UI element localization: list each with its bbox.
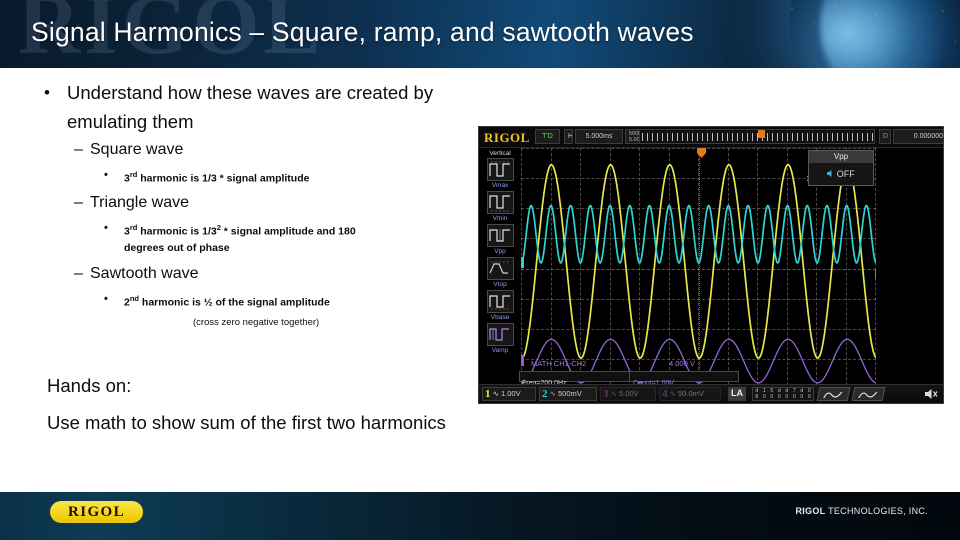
page-title: Signal Harmonics – Square, ramp, and saw…	[31, 17, 694, 47]
bullet-dot-icon: •	[44, 83, 50, 102]
waveform-display[interactable]: 2 M Measure Vpp OFF	[521, 148, 876, 390]
channel-coupling-icon-3: ∿	[610, 389, 617, 398]
measure-label-vbase: Vbase	[490, 314, 510, 321]
sub-sawtooth-wave-text: 2nd harmonic is ½ of the signal amplitud…	[124, 294, 330, 309]
channel-coupling-icon-2: ∿	[549, 389, 556, 398]
vmin-waveform-icon	[488, 195, 510, 212]
stars-decoration	[791, 5, 956, 63]
slide-footer: RIGOL RIGOL TECHNOLOGIES, INC.	[0, 492, 960, 540]
measure-label-vamp: Vamp	[491, 347, 509, 354]
dash-icon: –	[74, 265, 83, 282]
hands-on-label: Hands on:	[47, 375, 132, 396]
vamp-waveform-icon	[488, 328, 509, 341]
measure-label-vmin: Vmin	[492, 215, 508, 222]
vbase-waveform-icon	[488, 295, 510, 310]
sine-waveform-icon	[858, 391, 878, 399]
bullet-level1: • Understand how these waves are created…	[44, 78, 484, 136]
channel-chip-1[interactable]: 1 ∿ 1.00V	[482, 387, 536, 401]
channel-coupling-icon-1: ∿	[492, 389, 499, 398]
note-text: (cross zero negative together)	[193, 317, 320, 328]
channel-coupling-icon-4: ∿	[669, 389, 676, 398]
scope-brand-logo: RIGOL	[484, 130, 530, 145]
sub-bullet-dot-icon: •	[104, 169, 108, 181]
rigol-logo-badge: RIGOL	[50, 501, 143, 523]
measure-label-vtop: Vtop	[493, 281, 507, 288]
source-button-2[interactable]	[851, 387, 886, 401]
bullet-level1-text: Understand how these waves are created b…	[67, 82, 434, 132]
measure-button-vtop[interactable]	[486, 257, 514, 280]
logic-analyzer-channel-grid[interactable]: d15dd7d0 80000000	[752, 387, 814, 401]
sub-triangle-wave-text: 3rd harmonic is 1/32 * signal amplitude …	[124, 223, 356, 254]
dash-icon: –	[74, 141, 83, 158]
section-sawtooth-wave-label: Sawtooth wave	[90, 265, 199, 282]
channel-marker-ch2[interactable]: 2	[521, 257, 524, 268]
channel-marker-math[interactable]: M	[521, 355, 524, 366]
ch2-trace	[521, 204, 876, 264]
footer-company-text: RIGOL TECHNOLOGIES, INC.	[795, 506, 928, 516]
slide: RIGOL Signal Harmonics – Square, ramp, a…	[0, 0, 960, 540]
math-status-line: MATH CH1-CH2	[531, 359, 587, 368]
section-square-wave-label: Square wave	[90, 141, 184, 158]
section-square-wave: – Square wave	[74, 141, 183, 159]
horizontal-timebase-value[interactable]: 5.000ms	[575, 129, 623, 144]
vpp-box-title: Vpp	[809, 151, 873, 163]
source-button-1[interactable]	[816, 387, 851, 401]
sidebar-heading: Vertical	[489, 150, 511, 157]
measure-button-vbase[interactable]	[486, 290, 514, 313]
scope-toolbar: RIGOL T'D H 5.000ms 500MSa/s 5.00Mpts D …	[479, 127, 943, 148]
memory-trigger-marker[interactable]	[758, 130, 765, 138]
measure-button-vpp[interactable]	[486, 224, 514, 247]
sub-bullet-dot-icon: •	[104, 222, 108, 234]
trigger-level-marker[interactable]	[875, 270, 876, 279]
vpp-box-value: OFF	[809, 163, 873, 185]
section-triangle-wave-label: Triangle wave	[90, 194, 190, 211]
sub-square-wave-text: 3rd harmonic is 1/3 * signal amplitude	[124, 170, 310, 185]
sub-triangle-wave: • 3rd harmonic is 1/32 * signal amplitud…	[104, 220, 439, 256]
speaker-mute-icon[interactable]	[925, 388, 938, 403]
logic-analyzer-badge[interactable]: LA	[728, 387, 746, 401]
channel-chip-4[interactable]: 4 ∿ 50.0mV	[659, 387, 721, 401]
run-state-indicator[interactable]: T'D	[535, 129, 560, 144]
slide-header: RIGOL Signal Harmonics – Square, ramp, a…	[0, 0, 960, 68]
vpp-measurement-box[interactable]: Vpp OFF	[808, 150, 874, 186]
math-status-value: 4.000 V	[669, 359, 695, 368]
delay-value[interactable]: 0.000000000s	[893, 129, 943, 144]
delay-label: D	[879, 129, 891, 144]
measure-button-vamp[interactable]	[486, 323, 514, 346]
footer-company-rest: TECHNOLOGIES, INC.	[825, 506, 928, 516]
vtop-waveform-icon	[488, 261, 510, 274]
rigol-logo-text: RIGOL	[67, 504, 125, 520]
dash-icon: –	[74, 194, 83, 211]
scope-bottom-bar: 1 ∿ 1.00V 2 ∿ 500mV 3 ∿ 5.00V 4 ∿ 50.0mV…	[479, 384, 943, 403]
section-sawtooth-wave: – Sawtooth wave	[74, 265, 199, 283]
measure-button-vmax[interactable]	[486, 158, 514, 181]
channel-chip-3[interactable]: 3 ∿ 5.00V	[600, 387, 656, 401]
channel-chip-2[interactable]: 2 ∿ 500mV	[539, 387, 597, 401]
horizontal-label: H	[564, 129, 573, 144]
vmax-waveform-icon	[488, 161, 510, 177]
memory-overview-bar[interactable]	[639, 129, 875, 144]
measure-label-vmax: Vmax	[491, 182, 509, 189]
sub-square-wave: • 3rd harmonic is 1/3 * signal amplitude	[104, 167, 434, 187]
measure-button-vmin[interactable]	[486, 191, 514, 214]
scope-measurement-sidebar: Vertical Vmax Vmin Vpp Vtop Vbase Vamp	[481, 149, 519, 356]
info-bar-count[interactable]: Count=1.00V	[629, 371, 739, 387]
section-triangle-wave: – Triangle wave	[74, 194, 189, 212]
sub-sawtooth-wave: • 2nd harmonic is ½ of the signal amplit…	[104, 291, 439, 311]
speaker-small-icon	[827, 170, 832, 177]
oscilloscope-screenshot: RIGOL T'D H 5.000ms 500MSa/s 5.00Mpts D …	[478, 126, 944, 404]
hands-on-text: Use math to show sum of the first two ha…	[47, 412, 446, 433]
footer-company-bold: RIGOL	[795, 506, 826, 516]
sub-bullet-dot-icon: •	[104, 293, 108, 305]
sine-waveform-icon	[823, 391, 843, 399]
vpp-waveform-icon	[488, 229, 510, 242]
measure-label-vpp: Vpp	[494, 248, 506, 255]
